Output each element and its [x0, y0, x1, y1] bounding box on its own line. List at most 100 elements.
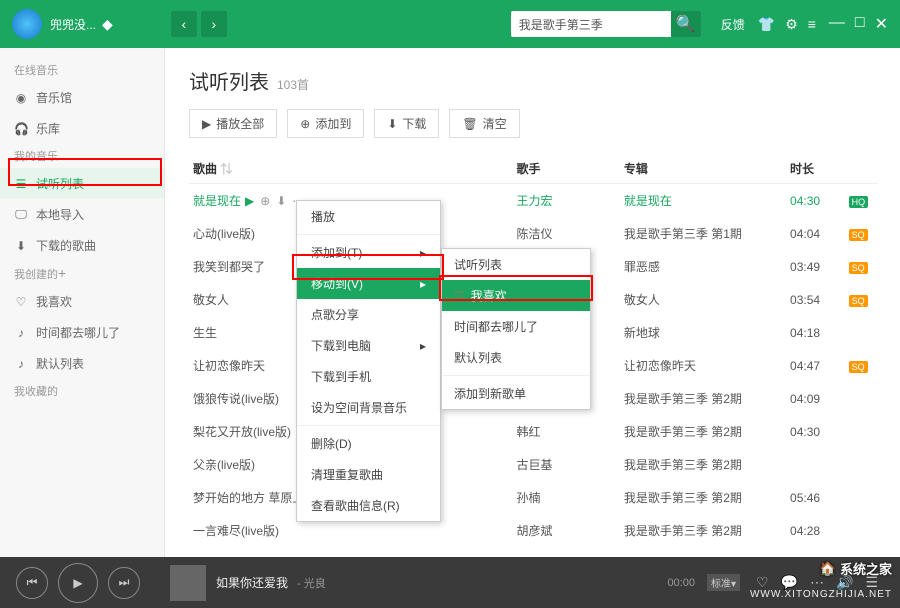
- play-button[interactable]: ▶: [58, 563, 98, 603]
- play-icon[interactable]: ▶: [245, 194, 254, 208]
- minimize-button[interactable]: —: [829, 14, 845, 34]
- quality-badge: HQ: [849, 196, 869, 208]
- song-artist[interactable]: 陈洁仪: [516, 225, 623, 242]
- play-time: 00:00: [667, 577, 695, 589]
- add-playlist-button[interactable]: +: [58, 265, 66, 281]
- headphones-icon: 🎧: [14, 122, 28, 136]
- maximize-button[interactable]: □: [855, 14, 865, 34]
- song-album[interactable]: 我是歌手第三季 第2期: [624, 456, 790, 473]
- sidebar-section-online: 在线音乐: [0, 58, 164, 82]
- add-icon[interactable]: ⊕: [260, 194, 270, 208]
- song-album[interactable]: 敬女人: [624, 291, 790, 308]
- song-artist[interactable]: 古巨基: [516, 456, 623, 473]
- song-album[interactable]: 就是现在: [624, 192, 790, 209]
- sub-time[interactable]: 时间都去哪儿了: [442, 311, 590, 342]
- song-artist[interactable]: 孙楠: [516, 489, 623, 506]
- ctx-add-to[interactable]: 添加到(T)▸: [297, 237, 440, 268]
- track-artist[interactable]: - 光良: [294, 578, 326, 590]
- sidebar-item-local-import[interactable]: 🖵本地导入: [0, 199, 164, 230]
- ctx-info[interactable]: 查看歌曲信息(R): [297, 490, 440, 521]
- prev-button[interactable]: ⏮: [16, 567, 48, 599]
- ctx-play[interactable]: 播放: [297, 201, 440, 232]
- sidebar: 在线音乐 ◉音乐馆 🎧乐库 我的音乐 ☰试听列表 🖵本地导入 ⬇下载的歌曲 我创…: [0, 48, 165, 557]
- song-duration: 04:04: [790, 227, 849, 241]
- next-button[interactable]: ⏭: [108, 567, 140, 599]
- nav-forward-button[interactable]: ›: [201, 11, 227, 37]
- table-row[interactable]: 梦开始的地方 草原上升起不落的太阳(live版)孙楠我是歌手第三季 第2期05:…: [189, 481, 878, 514]
- nav-back-button[interactable]: ‹: [171, 11, 197, 37]
- song-title: 我笑到都哭了: [193, 260, 265, 274]
- add-to-button[interactable]: ⊕添加到: [287, 109, 364, 138]
- download-icon[interactable]: ⬇: [276, 194, 286, 208]
- sidebar-item-library[interactable]: 🎧乐库: [0, 113, 164, 144]
- menu-icon[interactable]: ≡: [808, 16, 816, 32]
- song-title: 就是现在: [193, 194, 241, 208]
- table-row[interactable]: 就是现在▶⊕⬇⋯王力宏就是现在04:30HQ: [189, 184, 878, 217]
- quality-badge: SQ: [849, 229, 868, 241]
- sub-new[interactable]: 添加到新歌单: [442, 378, 590, 409]
- toolbar: ▶播放全部 ⊕添加到 ⬇下载 🗑清空: [189, 109, 878, 138]
- col-duration[interactable]: 时长: [790, 160, 849, 177]
- song-album[interactable]: 我是歌手第三季 第2期: [624, 522, 790, 539]
- sidebar-item-playlist-time[interactable]: ♪时间都去哪儿了: [0, 317, 164, 348]
- song-album[interactable]: 罪恶感: [624, 258, 790, 275]
- clothes-icon[interactable]: 👕: [758, 16, 775, 33]
- download-icon: ⬇: [14, 239, 28, 253]
- song-duration: 04:30: [790, 425, 849, 439]
- sidebar-item-preview-list[interactable]: ☰试听列表: [0, 168, 164, 199]
- quality-badge: SQ: [849, 361, 868, 373]
- song-artist[interactable]: 胡彦斌: [516, 522, 623, 539]
- table-row[interactable]: 一言难尽(live版)胡彦斌我是歌手第三季 第2期04:28: [189, 514, 878, 547]
- sidebar-item-default-list[interactable]: ♪默认列表: [0, 348, 164, 379]
- disc-icon: ◉: [14, 91, 28, 105]
- username[interactable]: 兜兜没...: [50, 16, 96, 33]
- sub-default[interactable]: 默认列表: [442, 342, 590, 373]
- sidebar-item-downloads[interactable]: ⬇下载的歌曲: [0, 230, 164, 261]
- ctx-move-to[interactable]: 移动到(V)▸: [297, 268, 440, 299]
- ctx-download-pc[interactable]: 下载到电脑▸: [297, 330, 440, 361]
- ctx-share[interactable]: 点歌分享: [297, 299, 440, 330]
- song-album[interactable]: 我是歌手第三季 第2期: [624, 489, 790, 506]
- table-row[interactable]: 输了你赢了世界又如何(live版)A-Lin我是歌手第三季 第2期03:52: [189, 547, 878, 557]
- album-art[interactable]: [170, 565, 206, 601]
- download-button[interactable]: ⬇下载: [374, 109, 439, 138]
- song-artist[interactable]: 韩红: [516, 423, 623, 440]
- ctx-delete[interactable]: 删除(D): [297, 428, 440, 459]
- sidebar-item-music-hall[interactable]: ◉音乐馆: [0, 82, 164, 113]
- sub-preview[interactable]: 试听列表: [442, 249, 590, 280]
- song-title: 一言难尽(live版): [193, 524, 279, 538]
- table-row[interactable]: 心动(live版)陈洁仪我是歌手第三季 第1期04:04SQ: [189, 217, 878, 250]
- song-count: 103首: [277, 78, 309, 92]
- heart-icon: ♡: [14, 295, 28, 309]
- ctx-clean[interactable]: 清理重复歌曲: [297, 459, 440, 490]
- track-name[interactable]: 如果你还爱我: [216, 576, 288, 590]
- chevron-right-icon: ▸: [420, 246, 426, 260]
- ctx-download-phone[interactable]: 下载到手机: [297, 361, 440, 392]
- sidebar-item-favorites[interactable]: ♡我喜欢: [0, 286, 164, 317]
- settings-icon[interactable]: ⚙: [785, 16, 798, 33]
- player-bar: ⏮ ▶ ⏭ 如果你还爱我 - 光良 00:00 标准▾ ♡ 💬 ⋯ 🔊 ☰: [0, 557, 900, 608]
- feedback-link[interactable]: 反馈: [721, 16, 745, 33]
- quality-badge[interactable]: 标准▾: [707, 574, 740, 591]
- add-icon: ⊕: [300, 117, 310, 131]
- search-input[interactable]: [511, 11, 671, 37]
- play-all-button[interactable]: ▶播放全部: [189, 109, 277, 138]
- sub-favorites[interactable]: ♡我喜欢: [442, 280, 590, 311]
- ctx-set-bg[interactable]: 设为空间背景音乐: [297, 392, 440, 423]
- table-row[interactable]: 父亲(live版)古巨基我是歌手第三季 第2期: [189, 448, 878, 481]
- song-album[interactable]: 我是歌手第三季 第1期: [624, 225, 790, 242]
- clear-button[interactable]: 🗑清空: [449, 109, 519, 138]
- close-button[interactable]: ✕: [875, 14, 888, 34]
- song-duration: 05:46: [790, 491, 849, 505]
- song-album[interactable]: 让初恋像昨天: [624, 357, 790, 374]
- col-album[interactable]: 专辑: [624, 160, 790, 177]
- table-row[interactable]: 梨花又开放(live版)韩红我是歌手第三季 第2期04:30: [189, 415, 878, 448]
- col-artist[interactable]: 歌手: [516, 160, 623, 177]
- song-artist[interactable]: 王力宏: [516, 192, 623, 209]
- song-album[interactable]: 我是歌手第三季 第2期: [624, 423, 790, 440]
- song-title: 饿狼传说(live版): [193, 392, 279, 406]
- song-album[interactable]: 我是歌手第三季 第2期: [624, 390, 790, 407]
- search-button[interactable]: 🔍: [671, 11, 701, 37]
- col-song[interactable]: 歌曲 ⇅: [189, 160, 516, 177]
- song-album[interactable]: 新地球: [624, 324, 790, 341]
